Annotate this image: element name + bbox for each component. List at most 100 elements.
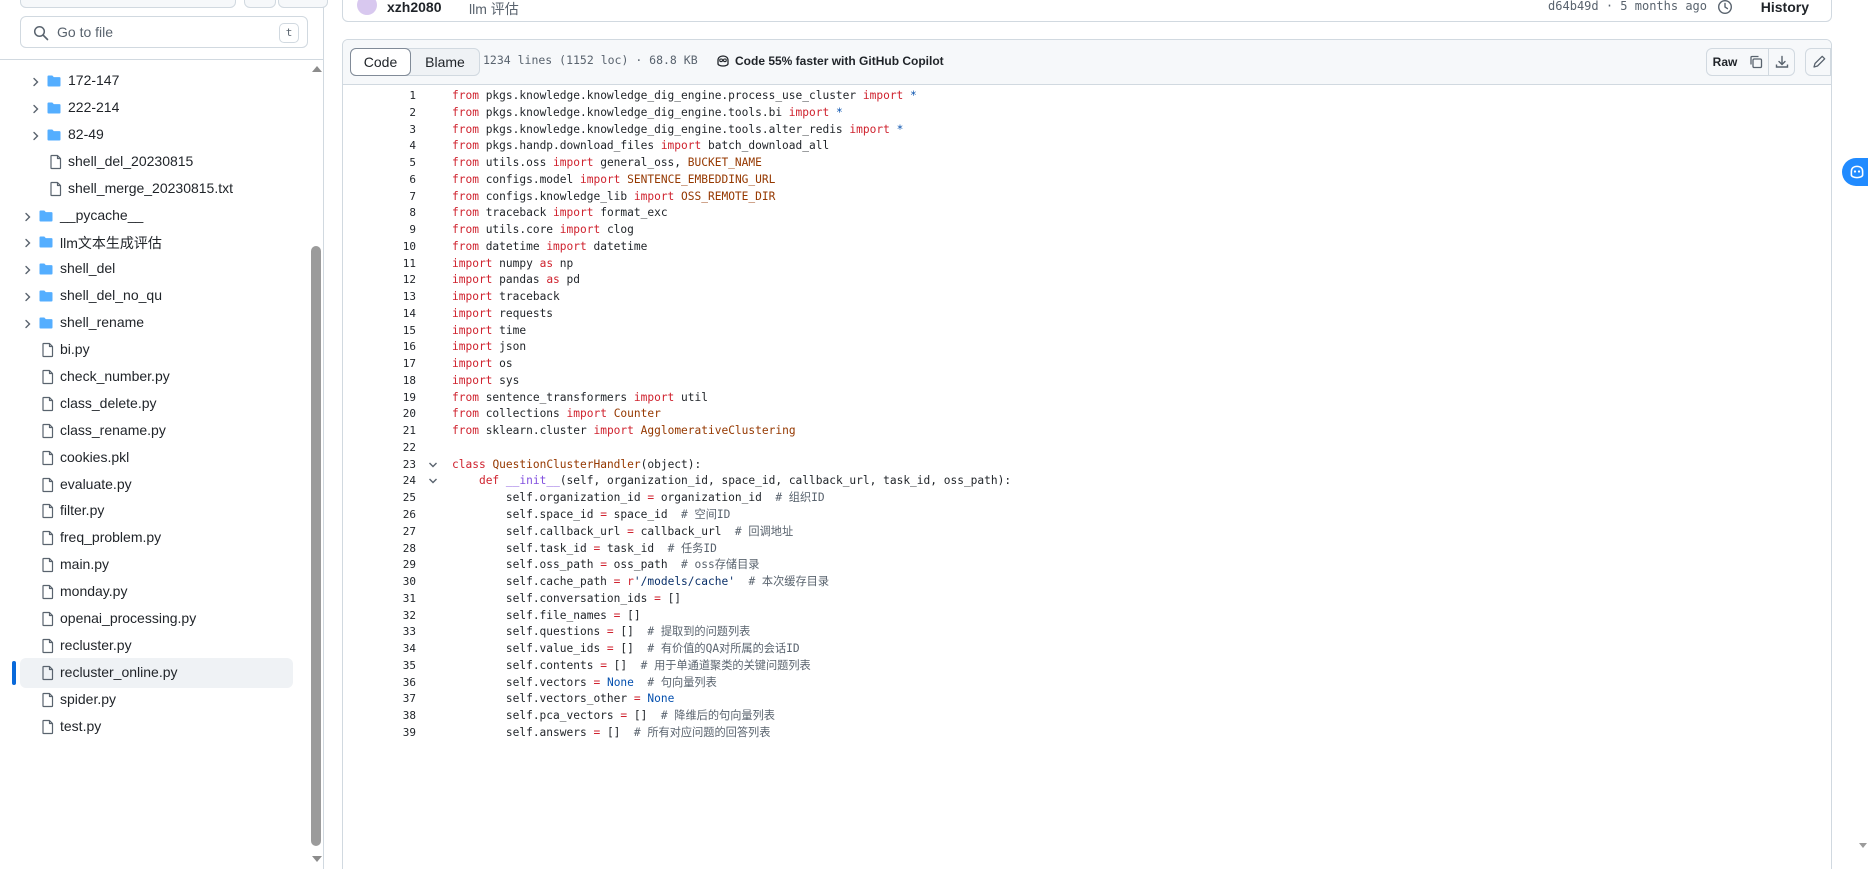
chevron-right-icon[interactable]: [22, 236, 34, 248]
code-token: =: [633, 692, 641, 706]
folder-icon: [38, 208, 54, 224]
code-token: import: [633, 189, 675, 203]
code-token: =: [600, 508, 607, 521]
avatar[interactable]: [357, 0, 377, 15]
edit-file-button[interactable]: [1805, 48, 1831, 76]
code-token: # 有价值的QA对所属的会话ID: [647, 642, 800, 656]
code-token: []: [660, 591, 682, 605]
tree-folder-172-147[interactable]: 172-147: [20, 66, 293, 96]
selected-indicator: [12, 660, 16, 685]
sidebar-scrollbar[interactable]: [310, 62, 322, 868]
fold-chevron-icon[interactable]: [428, 477, 438, 485]
code-line[interactable]: 39 self.answers = [] # 所有对应问题的回答列表: [343, 723, 1831, 743]
raw-button[interactable]: Raw: [1706, 48, 1744, 76]
code-token: # 组织ID: [775, 491, 825, 505]
tree-file-evaluate-py[interactable]: evaluate.py: [20, 470, 293, 500]
chevron-right-icon[interactable]: [30, 75, 42, 87]
tree-file-bi-py[interactable]: bi.py: [20, 335, 293, 365]
search-button[interactable]: [278, 0, 328, 8]
tab-code[interactable]: Code: [350, 48, 411, 76]
tree-item-label: 172-147: [68, 72, 120, 88]
code-token: import: [862, 89, 904, 102]
file-icon: [40, 342, 56, 358]
tree-file-freq-problem-py[interactable]: freq_problem.py: [20, 523, 293, 553]
file-icon: [40, 611, 56, 627]
folder-icon: [38, 315, 54, 331]
code-token: datetime: [586, 239, 648, 253]
code-token: as: [546, 273, 560, 287]
chevron-right-icon[interactable]: [22, 210, 34, 222]
code-token: =: [654, 591, 661, 605]
chevron-right-icon[interactable]: [30, 102, 42, 114]
tree-file-check-number-py[interactable]: check_number.py: [20, 362, 293, 392]
code-token: class: [452, 457, 486, 471]
code-token: pandas: [492, 273, 547, 287]
tree-folder-shell-del-no-qu[interactable]: shell_del_no_qu: [20, 281, 293, 311]
commit-meta[interactable]: d64b49d · 5 months ago: [1548, 0, 1707, 13]
chevron-right-icon[interactable]: [30, 129, 42, 141]
code-token: oss_path: [606, 558, 682, 572]
page-scroll-down-arrow-icon[interactable]: [1858, 840, 1868, 850]
tree-folder-shell-del[interactable]: shell_del: [20, 254, 293, 284]
code-token: # 本次缓存目录: [748, 575, 830, 589]
scrollbar-thumb[interactable]: [311, 246, 321, 846]
copy-raw-button[interactable]: [1743, 48, 1769, 76]
code-token: *: [910, 89, 917, 102]
edit-options-dropdown[interactable]: [1831, 48, 1832, 76]
code-token: sentence_transformers: [478, 390, 634, 404]
tree-file-openai-processing-py[interactable]: openai_processing.py: [20, 604, 293, 634]
line-number[interactable]: 39: [343, 723, 416, 743]
chevron-right-icon[interactable]: [22, 317, 34, 329]
tree-file-cookies-pkl[interactable]: cookies.pkl: [20, 443, 293, 473]
file-icon: [40, 396, 56, 412]
code-token: self.value_ids: [452, 642, 607, 656]
code-token: self.file_names: [452, 608, 614, 622]
tree-file-shell-del-20230815[interactable]: shell_del_20230815: [20, 147, 293, 177]
code-token: []: [620, 608, 641, 622]
tab-blame[interactable]: Blame: [411, 49, 479, 75]
code-token: os: [492, 357, 513, 371]
tree-folder-222-214[interactable]: 222-214: [20, 93, 293, 123]
tree-file-main-py[interactable]: main.py: [20, 550, 293, 580]
tree-file-filter-py[interactable]: filter.py: [20, 496, 293, 526]
tree-file-recluster-py[interactable]: recluster.py: [20, 631, 293, 661]
code-viewer-header: Code Blame 1234 lines (1152 loc) · 68.8 …: [343, 40, 1831, 85]
tree-item-label: filter.py: [60, 502, 105, 519]
code-token: =: [600, 658, 607, 672]
folder-icon: [38, 234, 54, 250]
chevron-right-icon[interactable]: [22, 290, 34, 302]
tree-file-recluster-online-py[interactable]: recluster_online.py: [20, 657, 293, 688]
scroll-down-arrow-icon[interactable]: [312, 856, 322, 862]
scroll-up-arrow-icon[interactable]: [312, 66, 322, 72]
tree-folder-pycache[interactable]: __pycache__: [20, 201, 293, 231]
download-raw-button[interactable]: [1769, 48, 1795, 76]
tree-file-class-delete-py[interactable]: class_delete.py: [20, 389, 293, 419]
commit-message[interactable]: llm 评估: [469, 0, 519, 19]
folder-icon: [46, 73, 62, 89]
add-file-button[interactable]: [244, 0, 276, 8]
file-icon: [40, 450, 56, 466]
branch-select-button[interactable]: [20, 0, 236, 8]
tree-file-class-rename-py[interactable]: class_rename.py: [20, 416, 293, 446]
history-button[interactable]: History: [1761, 0, 1809, 15]
tree-file-shell-merge-20230815-txt[interactable]: shell_merge_20230815.txt: [20, 174, 293, 204]
tree-file-test-py[interactable]: test.py: [20, 712, 293, 742]
code-token: import: [593, 424, 634, 438]
folder-icon: [38, 288, 54, 304]
copilot-floating-button[interactable]: [1842, 158, 1868, 186]
tree-item-label: llm文本生成评估: [60, 235, 162, 252]
commit-author[interactable]: xzh2080: [387, 0, 441, 15]
tree-folder-shell-rename[interactable]: shell_rename: [20, 308, 293, 338]
tree-folder-llm[interactable]: llm文本生成评估: [20, 227, 293, 257]
go-to-file-placeholder: Go to file: [57, 24, 114, 40]
fold-chevron-icon[interactable]: [428, 461, 438, 469]
go-to-file-input[interactable]: Go to file t: [20, 16, 308, 48]
tree-file-spider-py[interactable]: spider.py: [20, 685, 293, 715]
tree-item-label: check_number.py: [60, 367, 170, 384]
tree-file-monday-py[interactable]: monday.py: [20, 577, 293, 607]
tree-folder-82-49[interactable]: 82-49: [20, 120, 293, 150]
code-token: import: [452, 306, 493, 320]
code-token: import: [546, 239, 587, 253]
chevron-right-icon[interactable]: [22, 263, 34, 275]
